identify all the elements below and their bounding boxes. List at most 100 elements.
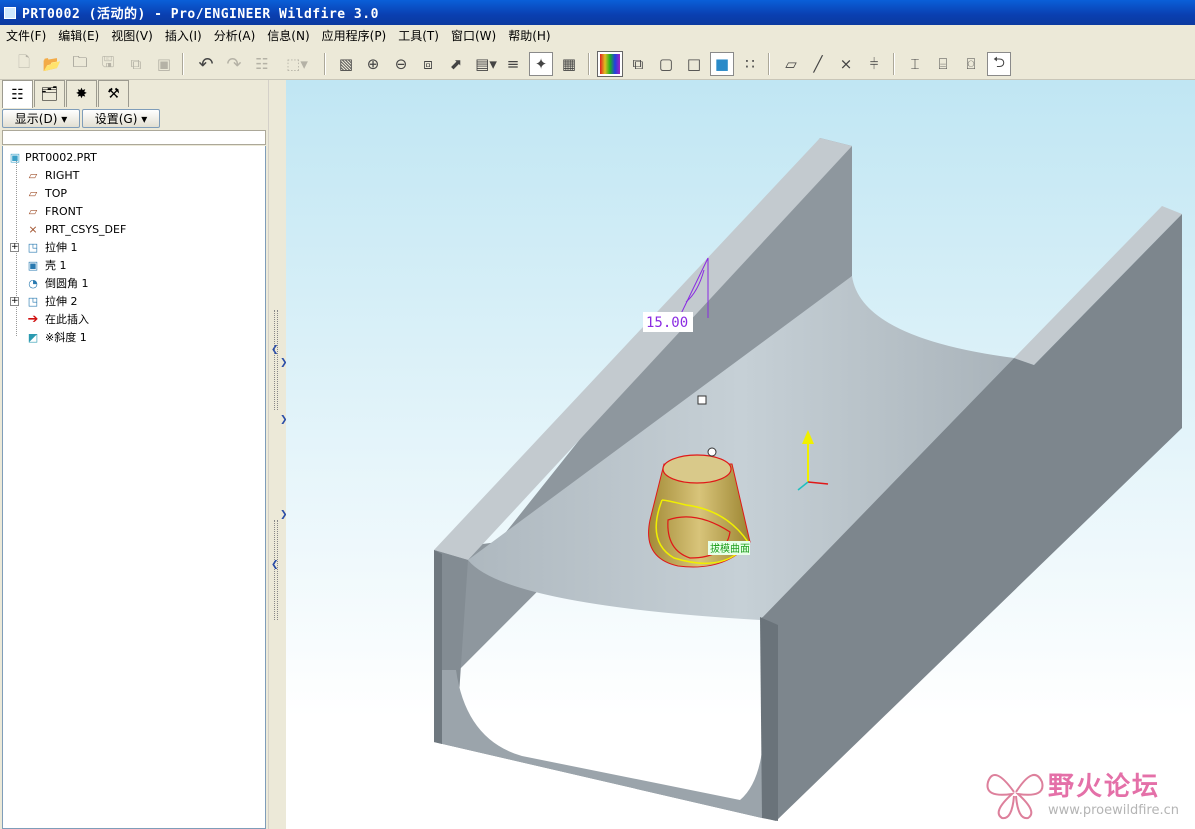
saved-views-icon[interactable]: ▤▾ <box>472 52 500 76</box>
surface-tag: 拔模曲面 <box>710 542 750 555</box>
title-bar: PRT0002 (活动的) - Pro/ENGINEER Wildfire 3.… <box>0 0 1195 25</box>
shading-icon[interactable]: ■ <box>710 52 734 76</box>
toolbar-separator <box>182 53 184 75</box>
part-icon: ▣ <box>9 150 21 164</box>
round-icon: ◔ <box>28 276 38 290</box>
orient-icon[interactable]: ⬈ <box>444 52 468 76</box>
display-label: 显示(D) <box>14 112 58 126</box>
csys-icon[interactable]: ⫩ <box>862 52 886 76</box>
pane-splitter[interactable]: ❯ ❯ ❯ ❮ ❮ <box>268 80 288 829</box>
menu-edit[interactable]: 编辑(E) <box>52 27 105 44</box>
open-folder-icon[interactable]: 🗀 <box>68 52 92 76</box>
menu-applications[interactable]: 应用程序(P) <box>316 27 393 44</box>
datum-axes-icon[interactable]: ╱ <box>806 52 830 76</box>
regenerate-icon[interactable]: ☷ <box>250 52 274 76</box>
navigator-pane: ☷ 🗂 ✸ ⚒ 显示(D) ▾ 设置(G) ▾ ▣ PRT0002.PRT ▱ … <box>0 80 268 829</box>
front-left-edge <box>434 550 442 744</box>
view-manager-icon[interactable]: ▦ <box>557 52 581 76</box>
tree-item-label: 拉伸 1 <box>45 241 78 254</box>
tree-item-label: FRONT <box>45 204 83 218</box>
tree-item-label: 壳 1 <box>45 259 67 272</box>
model-tree-tab[interactable]: ☷ <box>2 80 33 108</box>
window-title: PRT0002 (活动的) - Pro/ENGINEER Wildfire 3.… <box>22 7 379 22</box>
watermark-url: www.proewildfire.cn <box>1048 803 1179 818</box>
expand-icon[interactable]: + <box>10 242 19 252</box>
connections-tab[interactable]: ⚒ <box>98 80 129 107</box>
connections-icon: ⚒ <box>107 86 120 102</box>
open-icon[interactable]: 📂 <box>40 52 64 76</box>
front-fillet <box>434 670 764 818</box>
settings-label: 设置(G) <box>94 112 138 126</box>
menu-help[interactable]: 帮助(H) <box>502 27 556 44</box>
expand-icon[interactable]: + <box>10 296 19 306</box>
save-icon[interactable]: 🖫 <box>96 52 120 76</box>
repaint-icon[interactable]: ▧ <box>334 52 358 76</box>
graphics-window[interactable]: 15.00 拔模曲面 野火论坛 www.proewildfire.cn <box>286 80 1195 829</box>
shell-icon: ▣ <box>27 258 39 272</box>
folder-browser-tab[interactable]: 🗂 <box>34 80 65 107</box>
menu-info[interactable]: 信息(N) <box>261 27 315 44</box>
datum-plane-icon: ▱ <box>28 204 38 218</box>
color-appearance-icon[interactable] <box>597 51 623 77</box>
display-dropdown[interactable]: 显示(D) ▾ <box>2 109 80 128</box>
tree-buttons: 显示(D) ▾ 设置(G) ▾ <box>2 109 266 129</box>
tree-item-label: 倒圆角 1 <box>45 277 89 290</box>
zoom-out-icon[interactable]: ⊖ <box>389 52 413 76</box>
tree-header <box>2 130 266 145</box>
favorites-icon: ✸ <box>75 86 88 102</box>
splitter-grip[interactable] <box>274 520 278 620</box>
watermark-title: 野火论坛 <box>1048 772 1161 802</box>
tree-item-label: PRT_CSYS_DEF <box>45 222 127 236</box>
measure-angle-icon[interactable]: ⌼ <box>959 52 983 76</box>
tree-item-label: RIGHT <box>45 168 80 182</box>
chevron-down-icon: ▾ <box>61 111 68 126</box>
butterfly-logo-icon <box>986 773 1044 820</box>
menu-analysis[interactable]: 分析(A) <box>208 27 262 44</box>
folder-icon: 🗂 <box>40 86 59 102</box>
menu-window[interactable]: 窗口(W) <box>445 27 502 44</box>
favorites-tab[interactable]: ✸ <box>66 80 97 107</box>
backup-icon[interactable]: ▣ <box>152 52 176 76</box>
datum-points-icon[interactable]: ⨯ <box>834 52 858 76</box>
collapse-arrow-icon[interactable]: ❮ <box>271 345 279 355</box>
settings-dropdown[interactable]: 设置(G) ▾ <box>82 109 160 128</box>
menu-insert[interactable]: 插入(I) <box>159 27 208 44</box>
zoom-in-icon[interactable]: ⊕ <box>361 52 385 76</box>
menu-view[interactable]: 视图(V) <box>105 27 159 44</box>
boss-top-face <box>662 454 732 484</box>
tree-item-label: ※斜度 1 <box>45 331 87 344</box>
toolbar: 🗋 📂 🗀 🖫 ⧉ ▣ ↶ ↷ ☷ ⬚▾ ▧ ⊕ ⊖ ⧈ ⬈ ▤▾ ≡ ✦ ▦ … <box>0 47 1195 80</box>
hidden-line-icon[interactable]: ▢ <box>654 52 678 76</box>
measure-area-icon[interactable]: ⌸ <box>931 52 955 76</box>
measure-icon[interactable]: ⌶ <box>903 52 927 76</box>
refit-icon[interactable]: ⧈ <box>416 52 440 76</box>
wireframe-icon[interactable]: ⧉ <box>626 52 650 76</box>
draft-icon: ◩ <box>27 330 39 344</box>
tree-item-label: 在此插入 <box>45 313 89 326</box>
insert-here-arrow-icon: ➔ <box>27 311 39 327</box>
spin-center-icon[interactable]: ✦ <box>529 52 553 76</box>
menu-bar: 文件(F) 编辑(E) 视图(V) 插入(I) 分析(A) 信息(N) 应用程序… <box>0 25 1195 46</box>
toolbar-separator <box>588 53 590 75</box>
collapse-arrow-icon[interactable]: ❮ <box>271 560 279 570</box>
app-icon <box>4 6 16 19</box>
navigator-tabs: ☷ 🗂 ✸ ⚒ <box>2 80 130 108</box>
datum-planes-icon[interactable]: ▱ <box>779 52 803 76</box>
model-tree-icon: ☷ <box>11 86 24 103</box>
extrude-icon: ◳ <box>27 240 39 254</box>
splitter-grip[interactable] <box>274 310 278 410</box>
undo-icon[interactable]: ↶ <box>194 52 218 76</box>
context-help-icon[interactable]: ⮌ <box>987 52 1011 76</box>
model-tree-icon[interactable]: ∷ <box>738 52 762 76</box>
redo-icon[interactable]: ↷ <box>222 52 246 76</box>
no-hidden-icon[interactable]: □ <box>682 52 706 76</box>
new-icon[interactable]: 🗋 <box>12 52 36 76</box>
watermark: 野火论坛 www.proewildfire.cn <box>984 761 1189 823</box>
save-copy-icon[interactable]: ⧉ <box>124 52 148 76</box>
menu-file[interactable]: 文件(F) <box>0 27 52 44</box>
select-box-icon[interactable]: ⬚▾ <box>278 52 316 76</box>
layers-icon[interactable]: ≡ <box>501 52 525 76</box>
csys-icon: ⨯ <box>28 222 38 236</box>
menu-tools[interactable]: 工具(T) <box>392 27 445 44</box>
toolbar-separator <box>893 53 895 75</box>
